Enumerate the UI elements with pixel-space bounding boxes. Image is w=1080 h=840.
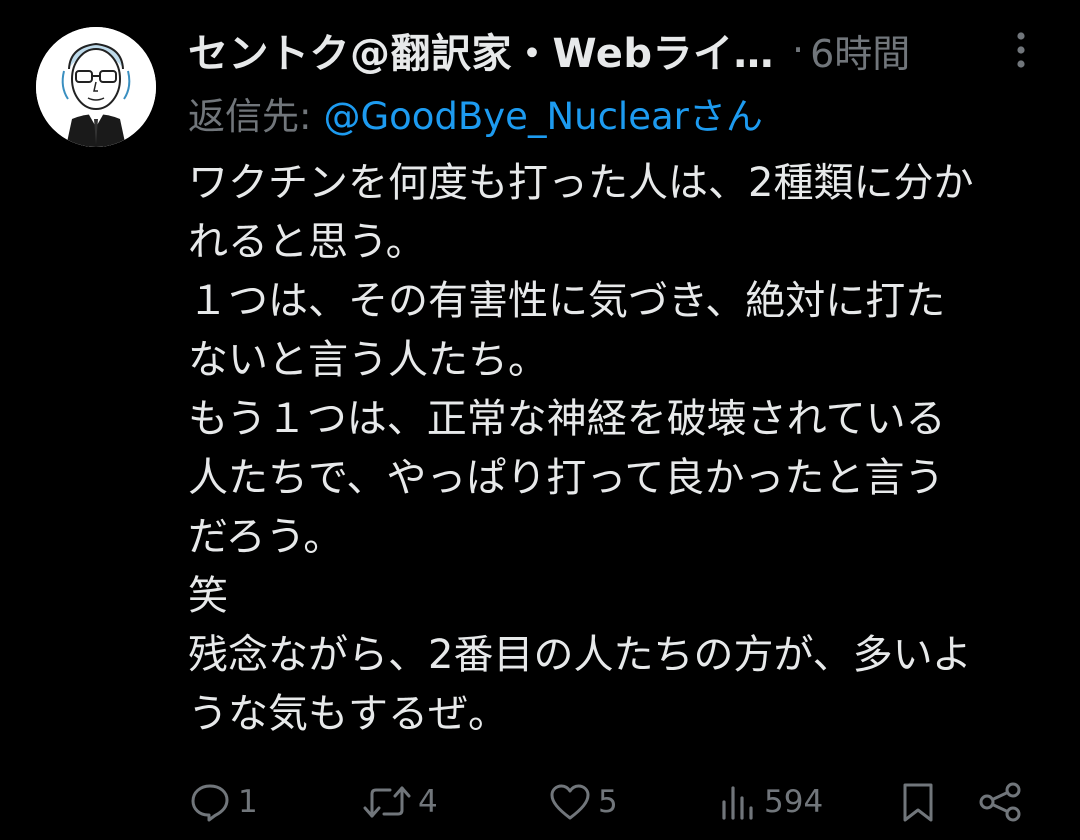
views-count: 594	[764, 784, 824, 820]
tweet-line: ないと言う人たち。	[188, 337, 548, 383]
retweet-count: 4	[418, 784, 438, 820]
like-count: 5	[598, 784, 618, 820]
avatar[interactable]	[36, 27, 156, 147]
share-button[interactable]	[976, 770, 1024, 834]
share-icon	[979, 782, 1021, 822]
reply-label: 返信先:	[188, 95, 312, 138]
portrait-avatar-icon	[36, 27, 156, 147]
views-button[interactable]: 594	[718, 770, 823, 834]
reply-button[interactable]: 1	[188, 770, 258, 834]
more-vertical-icon	[1017, 32, 1025, 68]
tweet-line: 人たちで、やっぱり打って良かったと言う	[188, 455, 945, 501]
tweet-text: ワクチンを何度も打った人は、2種類に分か れると思う。 １つは、その有害性に気づ…	[188, 154, 1048, 744]
tweet-line: １つは、その有害性に気づき、絶対に打た	[188, 278, 946, 324]
tweet-line: だろう。	[188, 514, 344, 560]
bookmark-button[interactable]	[896, 770, 940, 834]
timestamp[interactable]: 6時間	[810, 23, 910, 78]
tweet-line: もう１つは、正常な神経を破壊されている	[188, 396, 946, 442]
like-button[interactable]: 5	[548, 770, 618, 834]
heart-icon	[550, 784, 590, 820]
bookmark-icon	[903, 783, 933, 822]
tweet-line: ワクチンを何度も打った人は、2種類に分か	[188, 160, 974, 206]
reply-icon	[191, 784, 229, 822]
more-options-button[interactable]	[1003, 30, 1039, 70]
views-chart-icon	[722, 786, 753, 820]
header-separator: ·	[791, 28, 805, 72]
retweet-button[interactable]: 4	[362, 770, 438, 834]
tweet-header: セントク@翻訳家・Webライ… · 6時間	[188, 22, 1080, 78]
reply-handle-link[interactable]: @GoodBye_Nuclearさん	[323, 86, 762, 140]
tweet-line: 残念ながら、2番目の人たちの方が、多いよ	[188, 632, 972, 678]
replying-to: 返信先: @GoodBye_Nuclearさん	[188, 86, 763, 140]
tweet-line: うな気もするぜ。	[188, 691, 508, 737]
display-name[interactable]: セントク@翻訳家・Webライ…	[188, 21, 774, 79]
reply-count: 1	[238, 784, 258, 820]
retweet-icon	[363, 786, 411, 818]
action-bar: 1 4 5 594	[0, 770, 1080, 834]
tweet-line: 笑	[188, 573, 228, 619]
tweet-line: れると思う。	[188, 219, 426, 265]
